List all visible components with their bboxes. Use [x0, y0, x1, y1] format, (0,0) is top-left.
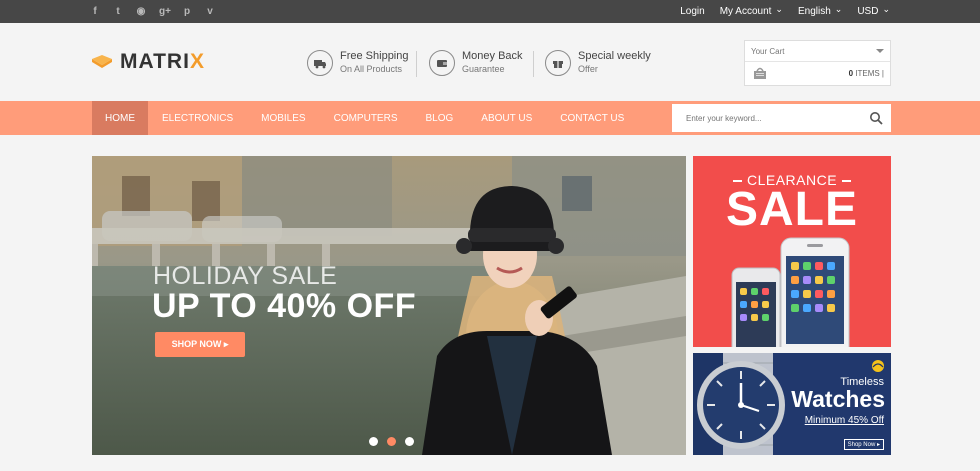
nav-contact-us[interactable]: CONTACT US — [546, 101, 638, 135]
nav-home[interactable]: HOME — [92, 101, 148, 135]
promo-title: Watches — [791, 386, 885, 412]
account-links: Login My Account English USD — [680, 0, 890, 23]
feature-title: Special weekly — [578, 50, 651, 62]
search-box — [672, 104, 891, 132]
nav-computers[interactable]: COMPUTERS — [320, 101, 412, 135]
twitter-icon[interactable]: t — [113, 6, 123, 17]
search-input[interactable] — [672, 104, 852, 132]
hero-slider[interactable]: HOLIDAY SALE UP TO 40% OFF SHOP NOW ▸ — [92, 156, 686, 455]
divider — [416, 51, 417, 77]
vine-icon[interactable]: v — [205, 6, 215, 17]
cart-item-count: 0 ITEMS | — [848, 69, 884, 78]
slider-dot[interactable] — [369, 437, 378, 446]
nav-mobiles[interactable]: MOBILES — [247, 101, 319, 135]
currency-dropdown[interactable]: USD — [857, 6, 890, 17]
facebook-icon[interactable]: f — [90, 6, 100, 17]
nav-about-us[interactable]: ABOUT US — [467, 101, 546, 135]
top-bar: f t ◉ g+ p v Login My Account English US… — [0, 0, 980, 23]
divider — [533, 51, 534, 77]
slider-dot[interactable] — [405, 437, 414, 446]
shop-now-small-button[interactable]: Shop Now ▸ — [843, 439, 884, 450]
nav-blog[interactable]: BLOG — [412, 101, 468, 135]
rss-icon[interactable]: ◉ — [136, 6, 146, 17]
google-plus-icon[interactable]: g+ — [159, 6, 171, 17]
nav-electronics[interactable]: ELECTRONICS — [148, 101, 247, 135]
feature-subtitle: Offer — [578, 64, 598, 74]
smartphone-image — [731, 237, 850, 347]
site-header: MATRIX Free Shipping On All Products Mon… — [0, 23, 980, 101]
logo-mark-icon — [92, 55, 112, 69]
gift-icon — [545, 50, 571, 76]
promo-watches[interactable]: Timeless Watches Minimum 45% Off Shop No… — [693, 353, 891, 455]
truck-icon — [307, 50, 333, 76]
cart-label[interactable]: Your Cart — [745, 41, 890, 62]
slider-dots — [369, 437, 414, 446]
wallet-icon — [429, 50, 455, 76]
slider-dot-active[interactable] — [387, 437, 396, 446]
promo-discount: Minimum 45% Off — [804, 415, 884, 426]
logo-text: MATRIX — [120, 50, 205, 73]
feature-subtitle: Guarantee — [462, 64, 505, 74]
promo-clearance-sale[interactable]: CLEARANCE SALE — [693, 156, 891, 347]
feature-money-back: Money Back Guarantee — [429, 50, 523, 76]
feature-title: Money Back — [462, 50, 523, 62]
shop-now-button[interactable]: SHOP NOW ▸ — [155, 332, 245, 357]
my-account-dropdown[interactable]: My Account — [720, 6, 783, 17]
basket-icon — [754, 67, 766, 79]
cart-widget[interactable]: Your Cart 0 ITEMS | — [744, 40, 891, 86]
search-icon[interactable] — [869, 111, 883, 125]
social-links: f t ◉ g+ p v — [90, 0, 215, 23]
hero-title: UP TO 40% OFF — [152, 287, 417, 325]
feature-title: Free Shipping — [340, 50, 409, 62]
feature-subtitle: On All Products — [340, 64, 403, 74]
feature-free-shipping: Free Shipping On All Products — [307, 50, 409, 76]
login-link[interactable]: Login — [680, 6, 704, 17]
logo[interactable]: MATRIX — [92, 50, 205, 74]
pinterest-icon[interactable]: p — [182, 6, 192, 17]
feature-special-offer: Special weekly Offer — [545, 50, 651, 76]
language-dropdown[interactable]: English — [798, 6, 842, 17]
